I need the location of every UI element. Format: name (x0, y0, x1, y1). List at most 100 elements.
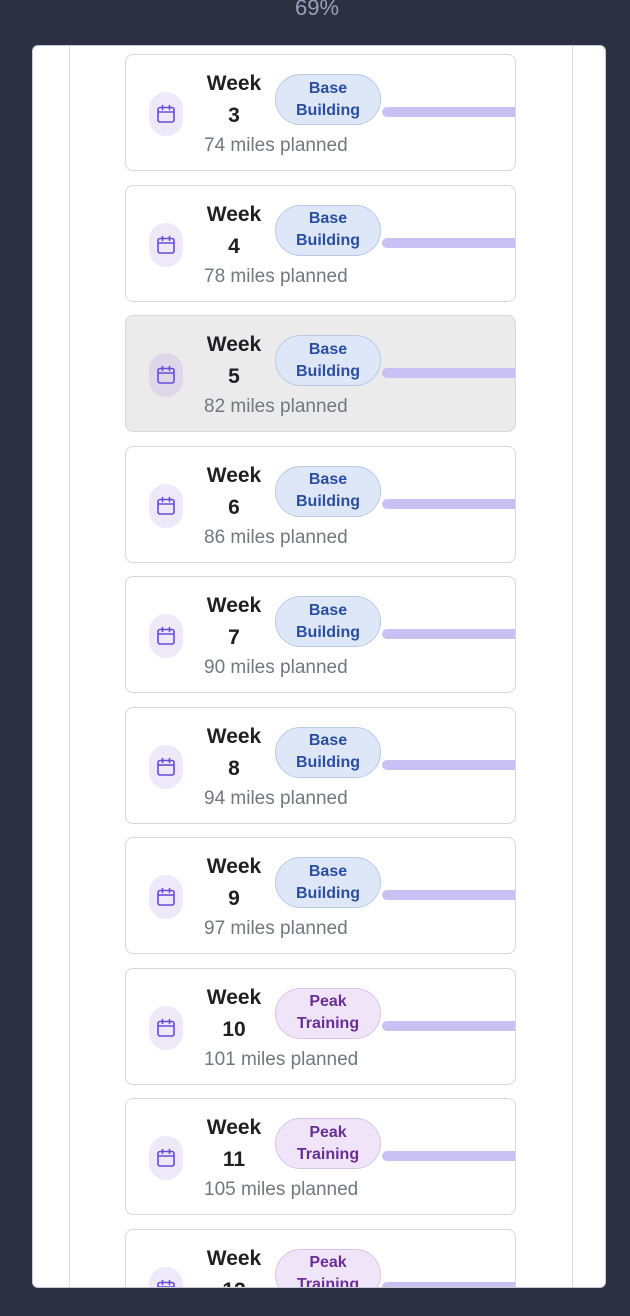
week-title: Week 7 (204, 590, 264, 654)
phase-line-2: Building (296, 232, 360, 249)
calendar-icon (149, 875, 183, 919)
week-title: Week 6 (204, 460, 264, 524)
phase-badge: Base Building (275, 204, 381, 256)
miles-planned: 105 miles planned (204, 1179, 359, 1200)
week-label: Week (206, 72, 262, 95)
week-title: Week 3 (204, 68, 264, 132)
phase-progress-bar (382, 759, 515, 770)
phase-progress-bar (382, 237, 515, 248)
miles-planned: 97 miles planned (204, 918, 348, 939)
week-number: 6 (228, 495, 240, 519)
phase-line-1: Base (308, 732, 348, 749)
week-card[interactable]: Week 3 Base Building 74 miles planned (125, 54, 516, 171)
phase-line-2: Building (296, 623, 360, 641)
calendar-icon (149, 744, 183, 789)
phase-badge: Peak Training (275, 1118, 381, 1169)
phase-badge: Base Building (275, 596, 381, 647)
calendar-icon (149, 353, 183, 397)
phase-line-1: Peak (309, 993, 347, 1010)
miles-planned: 78 miles planned (204, 265, 348, 287)
week-card[interactable]: Week 9 Base Building 97 miles planned (125, 837, 516, 954)
miles-planned: 86 miles planned (204, 526, 348, 548)
week-title: Week 9 (204, 851, 264, 915)
calendar-icon (149, 614, 183, 658)
panel-divider-left (69, 46, 70, 1287)
calendar-icon (149, 222, 183, 267)
phase-progress-bar (382, 107, 515, 117)
week-card[interactable]: Week 10 Peak Training 101 miles planned (125, 967, 516, 1085)
week-label: Week (206, 1116, 262, 1139)
miles-planned: 90 miles planned (204, 657, 348, 678)
calendar-icon (149, 1005, 183, 1050)
calendar-icon (149, 483, 183, 528)
week-number: 3 (228, 104, 240, 127)
calendar-icon (149, 92, 183, 136)
week-title: Week 12 (204, 1243, 264, 1288)
phase-progress-bar (382, 498, 515, 509)
week-card[interactable]: Week 7 Base Building 90 miles planned (125, 576, 516, 693)
phase-line-2: Training (296, 1276, 360, 1288)
week-label: Week (206, 1246, 262, 1270)
phase-line-2: Building (296, 101, 360, 119)
phase-progress-bar (382, 368, 515, 378)
phase-line-1: Peak (309, 1254, 347, 1271)
phase-line-1: Base (308, 471, 348, 488)
week-label: Week (206, 724, 262, 748)
week-title: Week 10 (204, 982, 264, 1046)
phase-badge: Base Building (275, 857, 381, 908)
phase-line-2: Building (296, 362, 360, 380)
phase-badge: Base Building (275, 335, 381, 386)
phase-line-2: Building (296, 884, 360, 902)
progress-percent-label: 69% (294, 0, 340, 20)
phase-badge: Base Building (275, 465, 381, 517)
phase-progress-bar (382, 1020, 515, 1031)
week-card[interactable]: Week 5 Base Building 82 miles planned (125, 315, 516, 432)
miles-planned: 82 miles planned (204, 396, 348, 417)
miles-planned: 74 miles planned (204, 135, 348, 156)
phase-progress-bar (382, 1151, 515, 1161)
phase-progress-bar (382, 1281, 515, 1287)
phase-line-1: Base (308, 601, 348, 619)
week-title: Week 8 (204, 721, 264, 785)
week-title: Week 11 (204, 1112, 264, 1176)
week-title: Week 5 (204, 329, 264, 393)
phase-badge: Peak Training (275, 987, 381, 1039)
phase-line-2: Training (296, 1145, 360, 1163)
week-card[interactable]: Week 8 Base Building 94 miles planned (125, 706, 516, 824)
miles-planned: 94 miles planned (204, 787, 348, 809)
miles-planned: 101 miles planned (204, 1048, 359, 1070)
week-card[interactable]: Week 4 Base Building 78 miles planned (125, 184, 516, 302)
week-list: Week 3 Base Building 74 miles planned We… (125, 54, 516, 1288)
week-card[interactable]: Week 11 Peak Training 105 miles planned (125, 1098, 516, 1215)
week-number: 5 (228, 365, 240, 388)
week-label: Week (206, 594, 262, 617)
phase-badge: Base Building (275, 726, 381, 778)
week-number: 9 (228, 887, 240, 910)
week-number: 8 (228, 756, 240, 780)
phase-progress-bar (382, 629, 515, 639)
week-card[interactable]: Week 6 Base Building 86 miles planned (125, 445, 516, 563)
week-number: 4 (228, 234, 240, 258)
week-label: Week (206, 855, 262, 878)
training-plan-panel: Week 3 Base Building 74 miles planned We… (32, 45, 606, 1288)
week-card[interactable]: Week 12 Peak Training (125, 1228, 516, 1288)
phase-line-2: Training (296, 1015, 360, 1032)
week-label: Week (206, 463, 262, 487)
calendar-icon (149, 1266, 183, 1287)
phase-line-1: Base (308, 79, 348, 97)
phase-badge: Peak Training (275, 1248, 381, 1288)
week-number: 12 (204, 1275, 264, 1288)
week-label: Week (206, 333, 262, 356)
calendar-icon (149, 1136, 183, 1180)
phase-badge: Base Building (275, 74, 381, 125)
phase-progress-bar (382, 890, 515, 900)
panel-divider-right (572, 46, 573, 1287)
phase-line-1: Base (308, 862, 348, 880)
phase-line-2: Building (296, 493, 360, 510)
phase-line-1: Base (308, 340, 348, 358)
phase-line-1: Base (308, 210, 348, 227)
week-number: 10 (222, 1017, 246, 1041)
week-title: Week 4 (204, 199, 264, 263)
week-label: Week (206, 202, 262, 226)
phase-line-1: Peak (309, 1123, 347, 1141)
